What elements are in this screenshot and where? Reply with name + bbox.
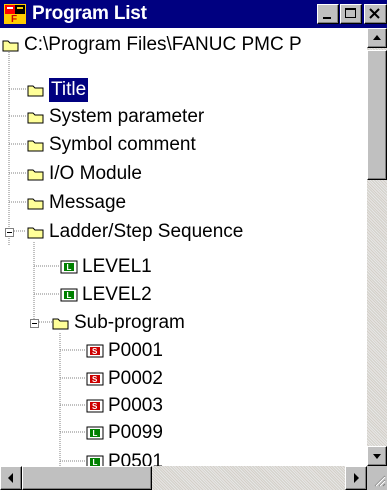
tree-item-message[interactable]: Message xyxy=(0,190,367,216)
tree-item-level1[interactable]: L LEVEL1 xyxy=(0,254,367,280)
step-s-icon: S xyxy=(86,344,104,358)
tree-item-io-module[interactable]: I/O Module xyxy=(0,161,367,187)
ladder-l-icon: L xyxy=(86,455,104,466)
tree-item-p0003[interactable]: S P0003 xyxy=(0,393,367,419)
horizontal-scroll-thumb[interactable] xyxy=(22,466,152,490)
program-list-window: F Program List C:\Program Files\FANUC PM… xyxy=(0,0,387,490)
arrow-right-icon xyxy=(354,473,359,483)
tree-item-p0501[interactable]: L P0501 xyxy=(0,449,367,466)
step-s-icon: S xyxy=(86,372,104,386)
maximize-icon xyxy=(345,8,356,18)
svg-text:L: L xyxy=(93,458,98,466)
tree-item-label: I/O Module xyxy=(49,163,142,184)
vertical-scrollbar[interactable] xyxy=(367,28,387,466)
folder-icon xyxy=(27,85,44,97)
tree-item-label: P0002 xyxy=(108,368,163,389)
tree-item-label: Sub-program xyxy=(74,312,185,333)
tree-item-label: System parameter xyxy=(49,106,205,127)
arrow-up-icon xyxy=(373,35,381,40)
tree-item-level2[interactable]: L LEVEL2 xyxy=(0,282,367,308)
tree-item-label: Title xyxy=(49,78,89,102)
collapse-toggle-icon[interactable] xyxy=(5,228,14,237)
tree-item-label: LEVEL2 xyxy=(82,284,152,305)
svg-text:S: S xyxy=(92,375,98,384)
minimize-button[interactable] xyxy=(317,4,339,24)
scroll-left-button[interactable] xyxy=(0,466,22,490)
svg-text:L: L xyxy=(67,291,72,300)
horizontal-scrollbar[interactable] xyxy=(0,466,367,490)
tree-item-system-parameter[interactable]: System parameter xyxy=(0,104,367,130)
arrow-left-icon xyxy=(8,473,13,483)
title-bar[interactable]: F Program List xyxy=(0,0,387,28)
scroll-up-button[interactable] xyxy=(367,28,387,48)
scroll-right-button[interactable] xyxy=(345,466,367,490)
folder-icon xyxy=(27,169,44,181)
ladder-l-icon: L xyxy=(86,426,104,440)
tree-item-label: Message xyxy=(49,192,127,213)
folder-icon xyxy=(52,318,69,330)
arrow-down-icon xyxy=(373,454,381,459)
close-icon xyxy=(369,8,380,19)
resize-grip[interactable] xyxy=(367,466,387,490)
step-s-icon: S xyxy=(86,399,104,413)
tree-item-symbol-comment[interactable]: Symbol comment xyxy=(0,132,367,158)
fanuc-ladder-icon: F xyxy=(4,4,26,24)
scroll-down-button[interactable] xyxy=(367,446,387,466)
tree-item-p0099[interactable]: L P0099 xyxy=(0,420,367,446)
svg-text:F: F xyxy=(11,14,17,24)
folder-icon xyxy=(27,198,44,210)
svg-text:L: L xyxy=(67,263,72,272)
folder-icon xyxy=(27,140,44,152)
minimize-icon xyxy=(323,17,331,19)
resize-grip-icon xyxy=(374,475,386,487)
tree-item-label: LEVEL1 xyxy=(82,256,152,277)
tree-item-label: P0099 xyxy=(108,422,163,443)
tree-item-ladder-step-sequence[interactable]: Ladder/Step Sequence xyxy=(0,219,367,245)
tree-item-p0002[interactable]: S P0002 xyxy=(0,366,367,392)
tree-root-label: C:\Program Files\FANUC PMC P xyxy=(24,34,302,55)
tree-item-sub-program[interactable]: Sub-program xyxy=(0,310,367,336)
tree-item-label: P0001 xyxy=(108,340,163,361)
tree-item-title[interactable]: Title xyxy=(0,77,367,103)
svg-text:L: L xyxy=(93,429,98,438)
close-button[interactable] xyxy=(364,4,387,24)
tree-item-label: P0501 xyxy=(108,451,163,466)
folder-icon xyxy=(27,227,44,239)
tree-item-label: P0003 xyxy=(108,395,163,416)
folder-icon xyxy=(27,112,44,124)
program-tree[interactable]: C:\Program Files\FANUC PMC P Title Syste… xyxy=(0,28,367,466)
tree-root[interactable]: C:\Program Files\FANUC PMC P xyxy=(0,32,367,58)
vertical-scroll-thumb[interactable] xyxy=(367,50,387,180)
svg-text:S: S xyxy=(92,347,98,356)
tree-item-p0001[interactable]: S P0001 xyxy=(0,338,367,364)
maximize-button[interactable] xyxy=(340,4,362,24)
tree-item-label: Symbol comment xyxy=(49,134,196,155)
tree-item-label: Ladder/Step Sequence xyxy=(49,221,244,242)
ladder-l-icon: L xyxy=(60,288,78,302)
collapse-toggle-icon[interactable] xyxy=(30,319,39,328)
window-title: Program List xyxy=(32,3,147,24)
ladder-l-icon: L xyxy=(60,260,78,274)
svg-text:S: S xyxy=(92,402,98,411)
folder-icon xyxy=(2,40,19,52)
